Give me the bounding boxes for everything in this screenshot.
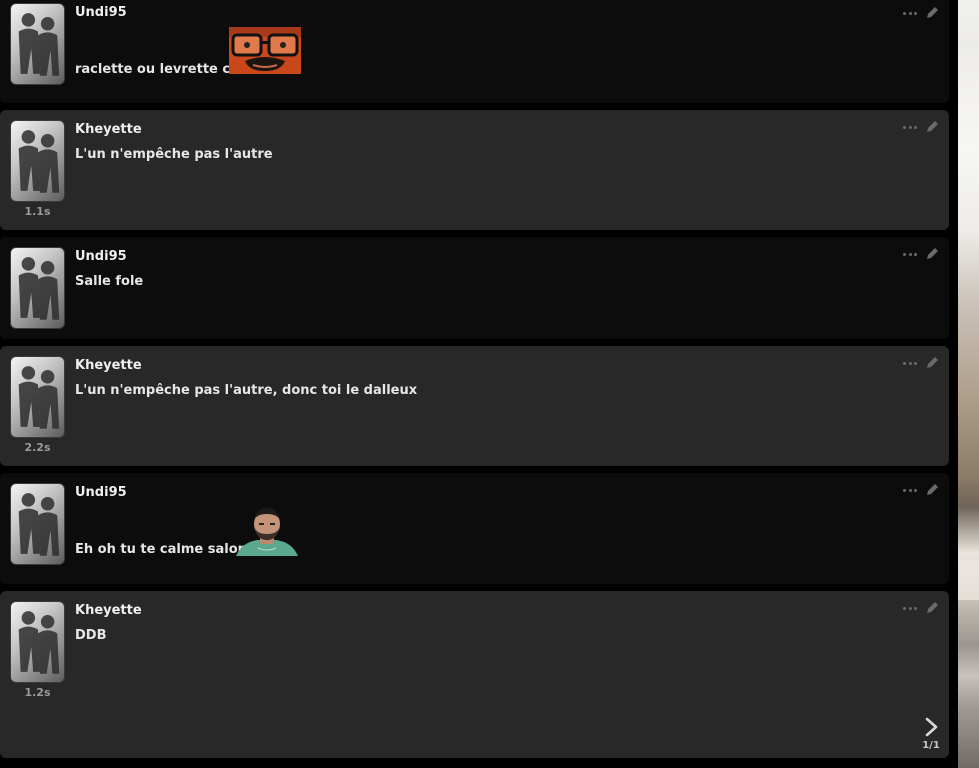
avatar[interactable] [10,120,65,202]
more-dots-icon[interactable] [903,10,917,16]
username[interactable]: Kheyette [75,122,142,137]
pencil-icon[interactable] [925,356,939,370]
chat-view: Undi95 raclette ou levrette clé ? 1.1s K… [0,0,979,768]
message-row: Undi95 Salle fole [0,237,949,339]
avatar[interactable] [10,356,65,438]
pencil-icon[interactable] [925,6,939,20]
swipe-counter: 1/1 [922,740,940,751]
message-text: DDB [75,628,107,643]
message-text: L'un n'empêche pas l'autre [75,147,273,162]
background-photo [958,0,979,768]
response-timing: 1.1s [24,205,51,218]
avatar[interactable] [10,601,65,683]
username[interactable]: Undi95 [75,5,127,20]
message-text: Salle fole [75,274,144,289]
more-dots-icon[interactable] [903,605,917,611]
message-row: 2.2s Kheyette L'un n'empêche pas l'autre… [0,346,949,466]
message-actions [903,247,939,261]
message-text: L'un n'empêche pas l'autre, donc toi le … [75,383,418,398]
username[interactable]: Undi95 [75,249,127,264]
avatar[interactable] [10,483,65,565]
message-actions [903,483,939,497]
more-dots-icon[interactable] [903,360,917,366]
message-row: 1.1s Kheyette L'un n'empêche pas l'autre [0,110,949,230]
message-actions [903,120,939,134]
response-timing: 1.2s [24,686,51,699]
pencil-icon[interactable] [925,120,939,134]
bearded-man-emote [236,508,298,556]
pencil-icon[interactable] [925,483,939,497]
response-timing: 2.2s [24,441,51,454]
message-actions [903,6,939,20]
more-dots-icon[interactable] [903,487,917,493]
message-row: Undi95 Eh oh tu te calme salope [0,473,949,584]
username[interactable]: Kheyette [75,603,142,618]
pencil-icon[interactable] [925,247,939,261]
more-dots-icon[interactable] [903,124,917,130]
username[interactable]: Undi95 [75,485,127,500]
pencil-icon[interactable] [925,601,939,615]
avatar[interactable] [10,247,65,329]
avatar[interactable] [10,3,65,85]
glasses-man-emote [229,27,301,74]
chevron-right-icon[interactable] [922,716,940,738]
message-actions [903,601,939,615]
username[interactable]: Kheyette [75,358,142,373]
message-text: Eh oh tu te calme salope [75,542,256,557]
message-row: Undi95 raclette ou levrette clé ? [0,0,949,103]
more-dots-icon[interactable] [903,251,917,257]
message-row: 1.2s Kheyette DDB [0,591,949,758]
message-actions [903,356,939,370]
